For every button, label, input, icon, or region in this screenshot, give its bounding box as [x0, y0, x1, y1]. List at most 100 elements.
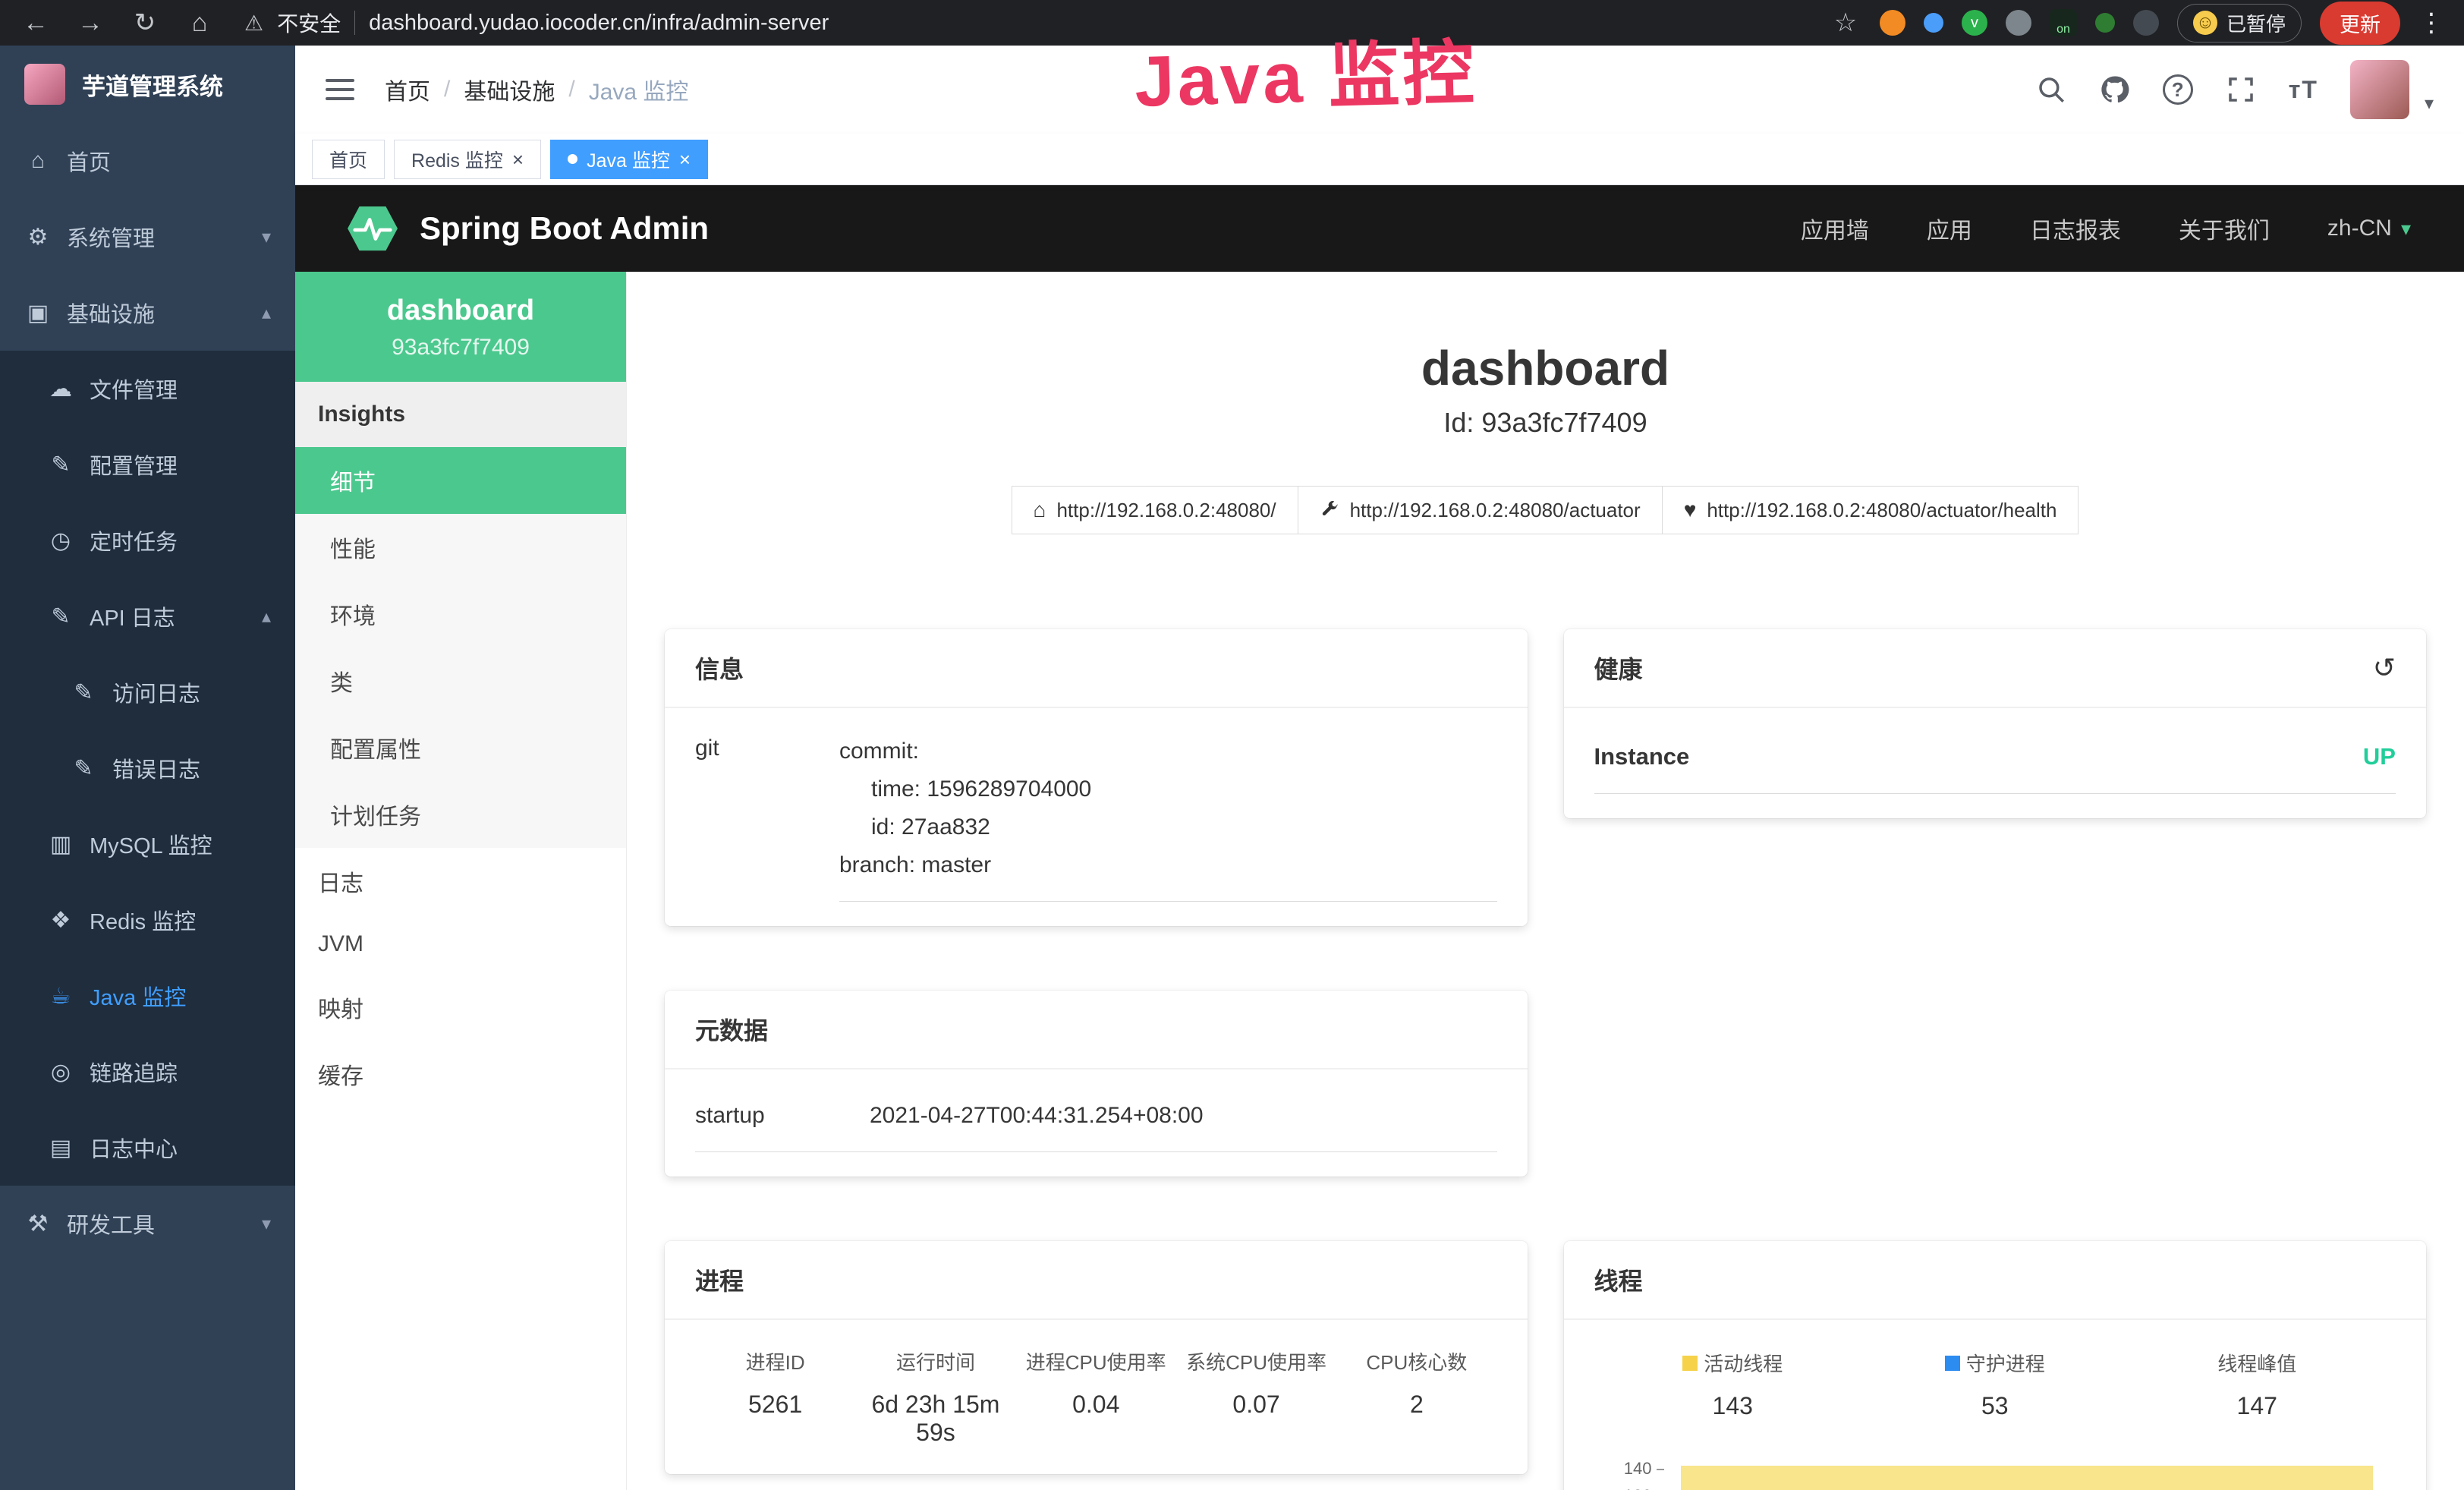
- browser-home-icon[interactable]: ⌂: [184, 8, 216, 38]
- sidebar-item-home[interactable]: ⌂ 首页: [0, 123, 295, 199]
- stat-value: 6d 23h 15m 59s: [860, 1391, 1011, 1447]
- health-key: Instance: [1594, 743, 1690, 770]
- sidebar-item-dev-tools[interactable]: ⚒ 研发工具 ▾: [0, 1186, 295, 1262]
- sba-sidebar-item-config-props[interactable]: 配置属性: [295, 714, 626, 781]
- stat-value: 0.04: [1021, 1391, 1172, 1419]
- instance-home-link[interactable]: ⌂ http://192.168.0.2:48080/: [1012, 486, 1298, 534]
- sidebar-collapse-icon[interactable]: [326, 73, 354, 106]
- extension-icon-blue-drop[interactable]: [1924, 13, 1943, 33]
- sba-nav-wallboard[interactable]: 应用墙: [1801, 212, 1869, 245]
- sidebar-item-system-mgmt[interactable]: ⚙ 系统管理 ▾: [0, 199, 295, 275]
- tab-redis-monitor[interactable]: Redis 监控 ×: [394, 140, 541, 179]
- sidebar-item-trace[interactable]: ◎ 链路追踪: [0, 1034, 295, 1110]
- sba-sidebar-item-logfile[interactable]: 日志: [295, 848, 626, 915]
- sidebar-item-api-logs[interactable]: ✎ API 日志 ▴: [0, 578, 295, 654]
- sidebar-item-label: 链路追踪: [90, 1056, 178, 1088]
- process-card-title: 进程: [665, 1241, 1528, 1320]
- instance-actuator-link[interactable]: http://192.168.0.2:48080/actuator: [1298, 486, 1663, 534]
- chevron-up-icon: ▴: [262, 302, 271, 324]
- profile-paused-badge[interactable]: ☺ 已暂停: [2177, 4, 2302, 43]
- url-text[interactable]: dashboard.yudao.iocoder.cn/infra/admin-s…: [369, 11, 829, 36]
- sba-header: Spring Boot Admin 应用墙 应用 日志报表 关于我们 zh-CN…: [295, 185, 2464, 272]
- live-threads-swatch: [1682, 1356, 1698, 1371]
- tab-home[interactable]: 首页: [312, 140, 385, 179]
- sba-sidebar-item-classes[interactable]: 类: [295, 647, 626, 714]
- gear-icon: ⚙: [24, 224, 52, 250]
- sba-nav-applications[interactable]: 应用: [1927, 212, 1972, 245]
- sidebar-item-label: 错误日志: [112, 752, 200, 784]
- sidebar-item-config-mgmt[interactable]: ✎ 配置管理: [0, 427, 295, 502]
- sba-sidebar-item-scheduled-tasks[interactable]: 计划任务: [295, 781, 626, 848]
- sba-sidebar-item-metrics[interactable]: 性能: [295, 514, 626, 581]
- forward-icon[interactable]: →: [74, 8, 106, 38]
- redis-icon: ❖: [47, 907, 74, 934]
- sidebar-item-log-center[interactable]: ▤ 日志中心: [0, 1110, 295, 1186]
- locale-select[interactable]: zh-CN ▾: [2327, 216, 2411, 241]
- extension-icon-grid[interactable]: [2006, 10, 2031, 36]
- sidebar-item-infrastructure[interactable]: ▣ 基础设施 ▴: [0, 275, 295, 351]
- breadcrumb-item-infrastructure[interactable]: 基础设施: [464, 73, 555, 106]
- sidebar-item-mysql-monitor[interactable]: ▥ MySQL 监控: [0, 806, 295, 882]
- sba-nav-journal[interactable]: 日志报表: [2030, 212, 2121, 245]
- extension-icon-leaf[interactable]: [2095, 13, 2115, 33]
- security-warning-icon[interactable]: ⚠: [244, 11, 263, 36]
- back-icon[interactable]: ←: [20, 8, 52, 38]
- user-avatar[interactable]: [2350, 60, 2409, 119]
- tab-close-icon[interactable]: ×: [512, 150, 524, 169]
- github-icon[interactable]: [2099, 74, 2131, 106]
- threads-card-title: 线程: [1564, 1241, 2427, 1320]
- breadcrumb-item-home[interactable]: 首页: [385, 73, 430, 106]
- sba-sidebar-item-caches[interactable]: 缓存: [295, 1041, 626, 1107]
- fullscreen-icon[interactable]: [2225, 74, 2257, 106]
- cloud-icon: ☁: [47, 376, 74, 402]
- sidebar-item-access-logs[interactable]: ✎ 访问日志: [0, 654, 295, 730]
- info-card-body: git commit: time: 1596289704000 id: 27aa…: [665, 708, 1528, 926]
- stat-label: 进程CPU使用率: [1021, 1347, 1172, 1375]
- card-title: 进程: [695, 1262, 744, 1297]
- threads-chart-plot: [1681, 1454, 2374, 1490]
- help-icon[interactable]: ?: [2163, 74, 2193, 105]
- search-icon[interactable]: [2035, 74, 2067, 106]
- extension-icon-dark[interactable]: [2133, 10, 2159, 36]
- instance-health-link[interactable]: ♥ http://192.168.0.2:48080/actuator/heal…: [1662, 486, 2079, 534]
- tools-icon: ⚒: [24, 1211, 52, 1237]
- sidebar-item-file-mgmt[interactable]: ☁ 文件管理: [0, 351, 295, 427]
- sidebar-item-scheduled-jobs[interactable]: ◷ 定时任务: [0, 502, 295, 578]
- card-title: 信息: [695, 650, 744, 685]
- sidebar-item-label: 配置管理: [90, 449, 178, 480]
- sba-nav-about[interactable]: 关于我们: [2179, 212, 2270, 245]
- reload-icon[interactable]: ↻: [129, 8, 161, 38]
- tab-java-monitor[interactable]: Java 监控 ×: [550, 140, 708, 179]
- locale-caret-icon: ▾: [2401, 217, 2411, 241]
- browser-menu-icon[interactable]: ⋮: [2418, 8, 2444, 38]
- sidebar-item-java-monitor[interactable]: ☕ Java 监控: [0, 958, 295, 1034]
- sidebar-item-error-logs[interactable]: ✎ 错误日志: [0, 730, 295, 806]
- extension-icon-on-badge[interactable]: on: [2050, 9, 2077, 36]
- threads-card: 线程 活动线程 143 守护进程: [1564, 1241, 2427, 1490]
- extension-icon-orange[interactable]: [1880, 10, 1905, 36]
- sba-sidebar-item-mappings[interactable]: 映射: [295, 974, 626, 1041]
- sba-brand-title[interactable]: Spring Boot Admin: [420, 210, 709, 247]
- app-logo-row: 芋道管理系统: [0, 46, 295, 123]
- threads-chart: 140 120 100: [1602, 1454, 2374, 1490]
- history-icon[interactable]: ↺: [2373, 652, 2396, 684]
- legend-label: 活动线程: [1704, 1349, 1783, 1377]
- legend-value: 53: [1864, 1392, 2126, 1420]
- address-bar[interactable]: ⚠ 不安全 dashboard.yudao.iocoder.cn/infra/a…: [244, 8, 1807, 38]
- sba-sidebar-item-jvm[interactable]: JVM: [295, 915, 626, 974]
- daemon-threads-swatch: [1945, 1356, 1960, 1371]
- sidebar-item-label: 首页: [67, 145, 111, 177]
- update-button[interactable]: 更新: [2320, 2, 2400, 45]
- sba-sidebar-item-details[interactable]: 细节: [295, 447, 626, 514]
- legend-label: 线程峰值: [2217, 1349, 2296, 1377]
- ytick-140: 140: [1624, 1459, 1664, 1479]
- cards-grid: 信息 git commit: time: 1596289704000 id: 2…: [665, 629, 2426, 1490]
- legend-daemon-threads: 守护进程 53: [1864, 1349, 2126, 1420]
- bookmark-star-icon[interactable]: ☆: [1830, 8, 1861, 38]
- font-size-icon[interactable]: тT: [2289, 76, 2318, 104]
- tab-close-icon[interactable]: ×: [679, 150, 691, 169]
- sba-sidebar-item-environment[interactable]: 环境: [295, 581, 626, 647]
- extension-icon-green-circle[interactable]: v: [1962, 10, 1987, 36]
- instance-header[interactable]: dashboard 93a3fc7f7409: [295, 272, 626, 382]
- sidebar-item-redis-monitor[interactable]: ❖ Redis 监控: [0, 882, 295, 958]
